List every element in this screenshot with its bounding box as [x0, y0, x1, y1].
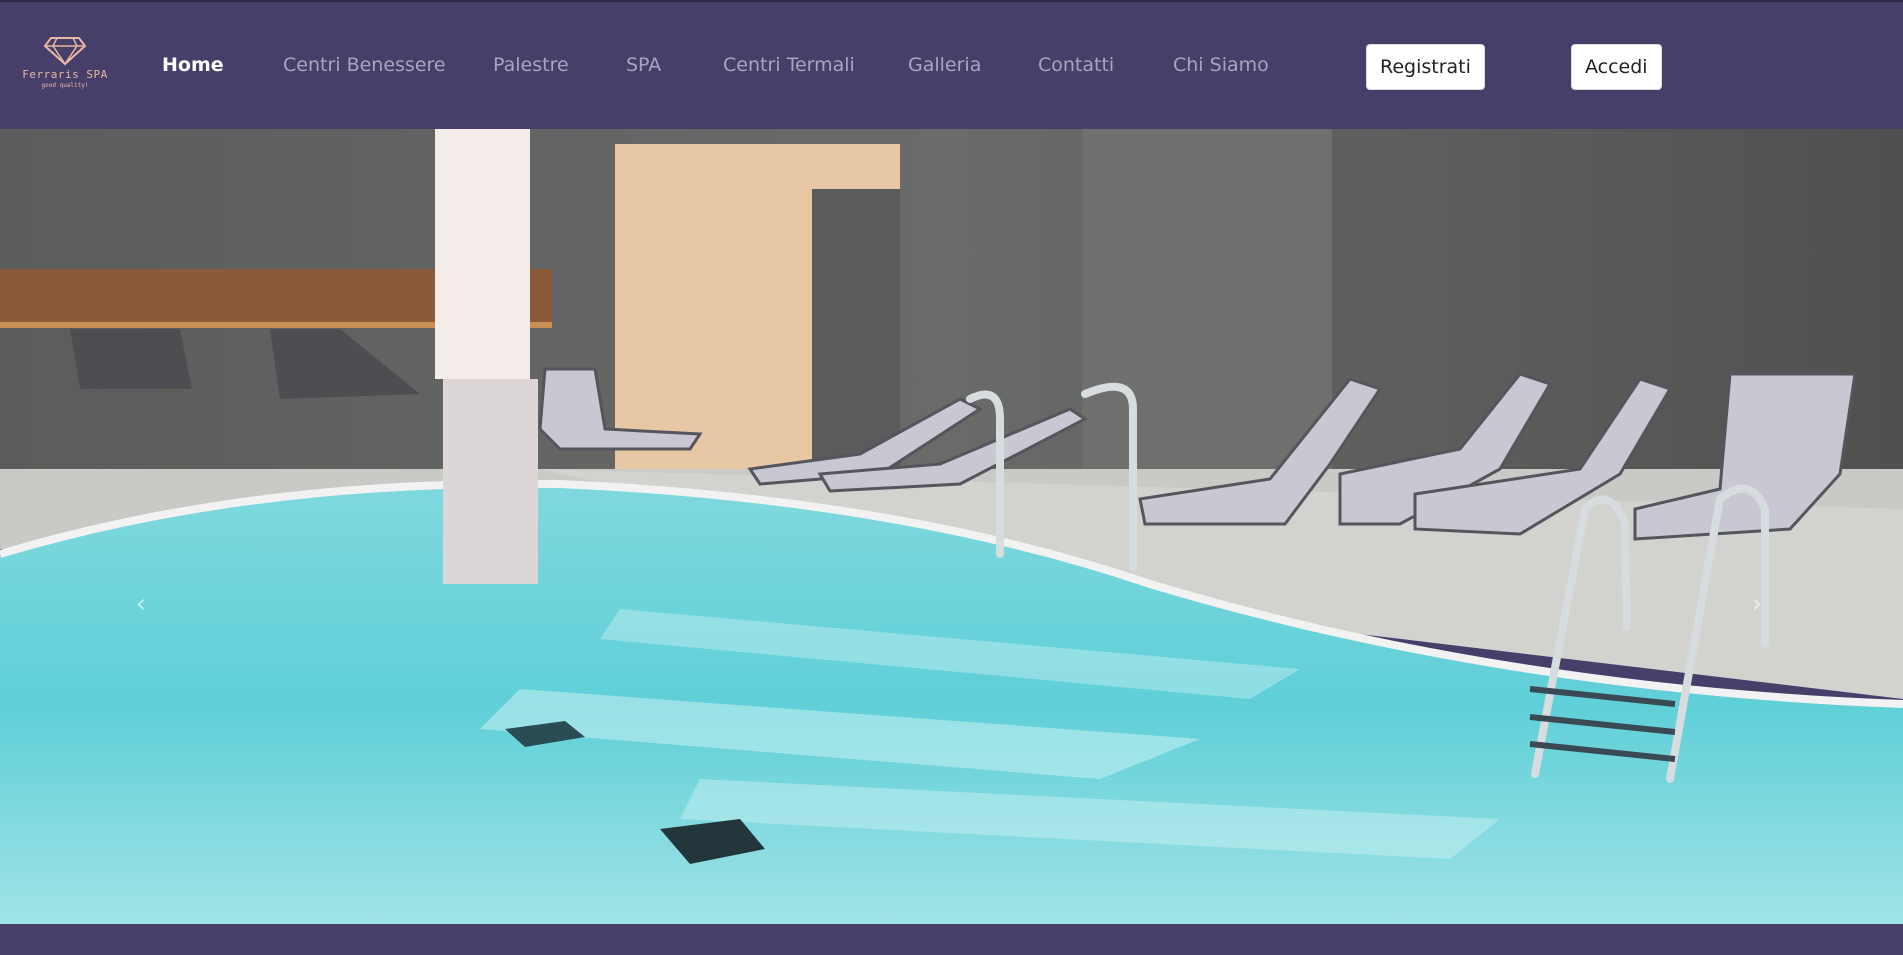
brand-logo[interactable]: Ferraris SPA good quality! [20, 36, 110, 96]
nav-item-centri-benessere[interactable]: Centri Benessere [283, 54, 446, 76]
nav-item-centri-termali[interactable]: Centri Termali [723, 54, 855, 76]
login-button[interactable]: Accedi [1571, 44, 1662, 90]
nav-item-spa[interactable]: SPA [626, 54, 661, 76]
pool-photo [0, 129, 1903, 924]
chevron-right-icon[interactable]: › [1742, 584, 1772, 624]
hero-carousel: ‹ › [0, 129, 1903, 924]
nav-item-galleria[interactable]: Galleria [908, 54, 981, 76]
top-navbar: Ferraris SPA good quality! Home Centri B… [0, 2, 1903, 129]
nav-item-contatti[interactable]: Contatti [1038, 54, 1114, 76]
diamond-logo-icon [43, 37, 87, 66]
nav-item-chi-siamo[interactable]: Chi Siamo [1173, 54, 1269, 76]
brand-tagline: good quality! [41, 82, 89, 89]
page: Ferraris SPA good quality! Home Centri B… [0, 0, 1903, 955]
register-button[interactable]: Registrati [1366, 44, 1485, 90]
nav-item-palestre[interactable]: Palestre [493, 54, 569, 76]
chevron-left-icon[interactable]: ‹ [126, 584, 156, 624]
footer-strip [0, 924, 1903, 955]
brand-name: Ferraris SPA [22, 68, 108, 81]
nav-item-home[interactable]: Home [162, 54, 224, 76]
